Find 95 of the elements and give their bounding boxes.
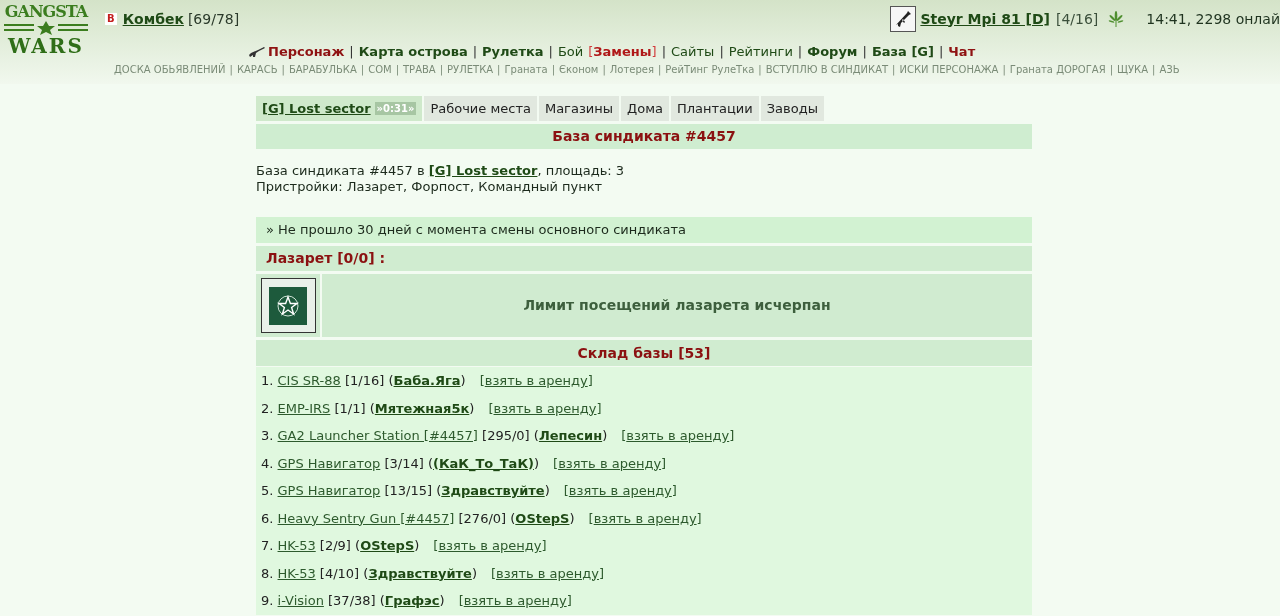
- notice-banner: » Не прошло 30 дней с момента смены основного синдиката: [256, 217, 1032, 243]
- nav-separator: |: [551, 62, 556, 77]
- owner-link[interactable]: Лепесин: [538, 428, 603, 443]
- storage-item-text: 6. Heavy Sentry Gun [#4457] [276/0] (OStepS) [взять в аренду]: [261, 509, 702, 528]
- nav-link[interactable]: База [G]: [871, 42, 934, 62]
- rent-link[interactable]: взять в аренду: [568, 483, 672, 498]
- nav-separator: |: [892, 62, 896, 77]
- rent-link[interactable]: взять в аренду: [463, 593, 567, 608]
- timer-badge: »0:31»: [374, 102, 417, 115]
- storage-item-text: 1. CIS SR-88 [1/16] (Баба.Яга) [взять в аренду]: [261, 372, 593, 390]
- nav-separator: |: [281, 62, 285, 77]
- owner-link[interactable]: OStepS: [360, 538, 415, 553]
- rent-link[interactable]: взять в аренду: [496, 565, 599, 581]
- nav-separator: |: [472, 43, 478, 62]
- nav-link[interactable]: Форум: [807, 42, 858, 62]
- item-link[interactable]: HK-53: [277, 538, 316, 553]
- owner-link[interactable]: Мятежная5к: [374, 400, 470, 416]
- tab[interactable]: Плантации: [670, 96, 759, 121]
- logo-text: GANGSTA: [4, 3, 88, 21]
- leaf-icon: [1108, 11, 1125, 27]
- tab[interactable]: Заводы: [760, 96, 824, 121]
- owner-link[interactable]: Здравствуйте: [368, 565, 472, 581]
- nav-separator: |: [395, 62, 399, 77]
- rent-link[interactable]: взять в аренду: [626, 428, 730, 443]
- item-link[interactable]: GPS Навигатор: [277, 455, 381, 471]
- character-level: [69/78]: [187, 9, 240, 29]
- nav-separator: |: [661, 43, 667, 62]
- nav-link[interactable]: Рулетка: [482, 42, 544, 62]
- storage-item-text: 3. GA2 Launcher Station [#4457] [295/0] (Лепесин) [взять в аренду]: [261, 427, 735, 445]
- gun-icon: [248, 46, 266, 58]
- rent-link[interactable]: взять в аренду: [593, 510, 697, 526]
- item-link[interactable]: HK-53: [277, 565, 316, 581]
- tab[interactable]: Магазины: [538, 96, 620, 121]
- rent-link[interactable]: взять в аренду: [484, 373, 588, 388]
- owner-link[interactable]: OStepS: [515, 510, 570, 526]
- owner-link[interactable]: (КаК_То_ТаК): [433, 455, 534, 471]
- owner-link[interactable]: Здравствуйте: [441, 483, 545, 498]
- nav-separator: |: [1109, 62, 1113, 77]
- infirmary-message: Лимит посещений лазарета исчерпан: [322, 274, 1032, 337]
- time-online-status: 14:41, 2298 онлай: [1146, 9, 1280, 29]
- nav-separator: |: [657, 62, 662, 77]
- rent-link[interactable]: взять в аренду: [558, 455, 662, 471]
- storage-item-text: 2. EMP-IRS [1/1] (Мятежная5к) [взять в аренду]: [261, 399, 602, 418]
- character-link[interactable]: Комбек: [122, 8, 184, 30]
- nav-link[interactable]: Бой: [557, 42, 584, 62]
- tab[interactable]: [G] Lost sector »0:31»: [256, 96, 423, 121]
- weapon-link[interactable]: Steyr Mpi 81 [D]: [920, 8, 1050, 30]
- nav-separator: |: [862, 43, 867, 62]
- nav-link[interactable]: Чат: [948, 42, 976, 62]
- nav-separator: |: [439, 62, 444, 77]
- owner-link[interactable]: Баба.Яга: [393, 373, 461, 388]
- storage-item-text: 5. GPS Навигатор [13/15] (Здравствуйте) [взять в аренду]: [261, 482, 677, 500]
- sector-link[interactable]: [G] Lost sector: [428, 163, 538, 178]
- nav-separator: |: [758, 62, 762, 77]
- nav-link[interactable]: Сайты: [671, 42, 715, 62]
- nav-separator: |: [1002, 62, 1006, 77]
- weapon-durability: [4/16]: [1055, 9, 1099, 29]
- item-link[interactable]: GPS Навигатор: [277, 483, 381, 498]
- nav-link[interactable]: Рейтинги: [728, 42, 793, 62]
- storage-item-text: 4. GPS Навигатор [3/14] ((КаК_То_ТаК)) [взять в аренду]: [261, 454, 667, 473]
- nav-separator: |: [229, 62, 233, 77]
- item-link[interactable]: GA2 Launcher Station [#4457]: [277, 428, 478, 443]
- star-icon: [4, 21, 88, 35]
- base-info-text: База синдиката #4457 в [G] Lost sector, площадь: 3: [256, 163, 626, 179]
- nav-separator: |: [548, 43, 553, 62]
- nav-link[interactable]: [Замены]: [588, 42, 657, 62]
- logo-text: WARS: [8, 35, 84, 57]
- nav-separator: |: [719, 43, 724, 62]
- infirmary-header: Лазарет [0/0] :: [256, 246, 1032, 271]
- rent-link[interactable]: взять в аренду: [438, 538, 542, 553]
- nav-separator: |: [797, 43, 803, 62]
- section-header: Склад базы [53]: [256, 340, 1032, 366]
- item-link[interactable]: i-Vision: [277, 593, 324, 608]
- rifle-icon: [890, 6, 917, 32]
- item-link[interactable]: EMP-IRS: [277, 400, 331, 416]
- nav-separator: |: [938, 43, 944, 62]
- tab[interactable]: Рабочие места: [424, 96, 537, 121]
- rent-link[interactable]: взять в аренду: [493, 400, 597, 416]
- storage-item-text: 7. HK-53 [2/9] (OStepS) [взять в аренду]: [261, 537, 547, 555]
- storage-item-text: 8. HK-53 [4/10] (Здравствуйте) [взять в аренду]: [261, 564, 605, 583]
- nav-separator: |: [349, 43, 354, 62]
- item-link[interactable]: Heavy Sentry Gun [#4457]: [277, 510, 455, 526]
- storage-item-text: 9. i-Vision [37/38] (Графэс) [взять в аренду]: [261, 592, 572, 610]
- tab[interactable]: Дома: [621, 96, 669, 121]
- owner-link[interactable]: Графэс: [384, 593, 440, 608]
- nav-separator: |: [602, 62, 606, 77]
- nav-separator: |: [1152, 62, 1156, 77]
- nav-link[interactable]: Персонаж: [268, 42, 345, 62]
- nav-link[interactable]: Карта острова: [358, 42, 468, 62]
- section-header: База синдиката #4457: [256, 124, 1032, 149]
- nav-separator: |: [360, 62, 365, 77]
- item-link[interactable]: CIS SR-88: [277, 373, 341, 388]
- b-badge: B: [105, 13, 117, 25]
- nav-separator: |: [497, 62, 501, 77]
- annexes-text: Пристройки: Лазарет, Форпост, Командный пункт: [256, 179, 604, 195]
